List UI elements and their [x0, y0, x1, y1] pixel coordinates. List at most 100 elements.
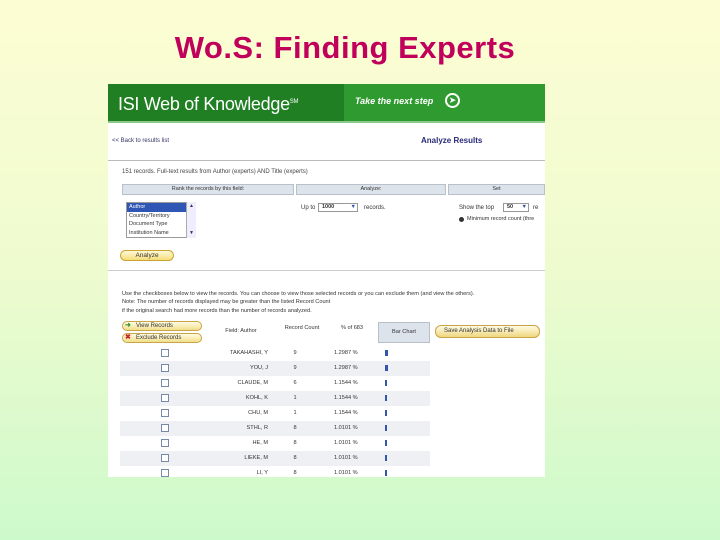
row-checkbox[interactable]	[161, 469, 169, 477]
bar-chart-bar	[385, 440, 387, 446]
bar-chart-bar	[385, 350, 388, 356]
bar-chart-bar	[385, 365, 388, 371]
table-row: CLAUDE, M 6 1.1544 %	[120, 376, 430, 391]
record-count-cell: 8	[293, 455, 297, 461]
back-to-results-link[interactable]: << Back to results list	[112, 138, 169, 144]
percent-cell: 1.0101 %	[334, 470, 358, 476]
field-option[interactable]: Institution Name	[127, 229, 195, 238]
table-row: TAKAHASHI, Y 9 1.2987 %	[120, 346, 430, 361]
bar-chart-bar	[385, 425, 387, 431]
record-count-cell: 8	[293, 425, 297, 431]
scroll-middle	[187, 220, 196, 229]
wos-screenshot: ISI Web of KnowledgeSM Take the next ste…	[108, 84, 545, 477]
row-checkbox[interactable]	[161, 349, 169, 357]
scroll-middle	[187, 211, 196, 220]
page-heading: Analyze Results	[421, 136, 483, 145]
table-row: HE, M 8 1.0101 %	[120, 436, 430, 451]
view-records-label: View Records	[136, 323, 173, 329]
percent-cell: 1.0101 %	[334, 425, 358, 431]
record-count-cell: 1	[293, 410, 297, 416]
brand-logo[interactable]: ISI Web of KnowledgeSM	[108, 84, 344, 121]
help-line: Note: The number of records displayed ma…	[122, 299, 331, 306]
percent-cell: 1.0101 %	[334, 440, 358, 446]
author-cell: LI, Y	[256, 470, 268, 476]
arrow-circle-icon[interactable]: ➤	[445, 93, 460, 108]
record-count-cell: 8	[293, 440, 297, 446]
upto-select[interactable]: 1000 ▼	[318, 203, 358, 212]
scroll-down-icon[interactable]: ▼	[187, 229, 196, 238]
percent-cell: 1.2987 %	[334, 365, 358, 371]
percent-cell: 1.0101 %	[334, 455, 358, 461]
author-cell: CLAUDE, M	[237, 380, 268, 386]
records-summary: 151 records. Full-text results from Auth…	[122, 169, 308, 175]
author-cell: TAKAHASHI, Y	[229, 350, 268, 356]
field-option[interactable]: Author	[127, 203, 195, 212]
record-count-cell: 8	[293, 470, 297, 476]
chevron-down-icon[interactable]: ▼	[351, 204, 356, 211]
author-cell: YOU, J	[249, 365, 268, 371]
bar-chart-bar	[385, 410, 388, 416]
table-row: CHU, M 1 1.1544 %	[120, 406, 430, 421]
analyze-header: Analyze:	[296, 184, 446, 195]
chevron-down-icon[interactable]: ▼	[522, 204, 527, 211]
brand-text: ISI Web of Knowledge	[118, 94, 290, 114]
upto-label: Up to	[301, 205, 316, 211]
records-label: records.	[364, 205, 386, 211]
table-row: STHL, R 8 1.0101 %	[120, 421, 430, 436]
close-icon: ✖	[125, 334, 131, 341]
bar-chart-bar	[385, 470, 387, 476]
percent-column-header: % of 683	[340, 325, 364, 331]
percent-cell: 1.2987 %	[334, 350, 358, 356]
exclude-records-button[interactable]: ✖ Exclude Records	[122, 333, 202, 343]
author-cell: LIEKE, M	[244, 455, 268, 461]
exclude-records-label: Exclude Records	[136, 335, 182, 341]
set-header: Set	[448, 184, 545, 195]
show-top-select[interactable]: 50 ▼	[503, 203, 529, 212]
row-checkbox[interactable]	[161, 454, 169, 462]
minimum-count-radio[interactable]	[459, 217, 464, 222]
bar-chart-column-header: Bar Chart	[378, 322, 430, 343]
show-top-suffix: re	[533, 205, 539, 211]
view-records-button[interactable]: ➜ View Records	[122, 321, 202, 331]
percent-cell: 1.1544 %	[334, 380, 358, 386]
record-count-cell: 1	[293, 395, 297, 401]
row-checkbox[interactable]	[161, 364, 169, 372]
percent-cell: 1.1544 %	[334, 410, 358, 416]
row-checkbox[interactable]	[161, 394, 169, 402]
row-checkbox[interactable]	[161, 424, 169, 432]
rank-field-header: Rank the records by this field:	[122, 184, 294, 195]
divider	[108, 160, 545, 161]
table-row: LI, Y 8 1.0101 %	[120, 466, 430, 477]
listbox-scrollbar[interactable]: ▲ ▼	[186, 202, 196, 238]
table-row: KOHL, K 1 1.1544 %	[120, 391, 430, 406]
help-line: Use the checkboxes below to view the rec…	[122, 291, 475, 297]
help-line: if the original search had more records …	[122, 307, 312, 314]
row-checkbox[interactable]	[161, 379, 169, 387]
next-step-link[interactable]: Take the next step	[355, 96, 433, 106]
help-text: Use the checkboxes below to view the rec…	[122, 290, 545, 315]
record-count-column-header: Record Count	[284, 325, 320, 331]
brand-mark: SM	[289, 99, 299, 105]
slide-title: Wo.S: Finding Experts	[174, 30, 516, 65]
field-option[interactable]: Country/Territory	[127, 212, 195, 221]
top-banner: ISI Web of KnowledgeSM Take the next ste…	[108, 84, 545, 121]
author-cell: CHU, M	[248, 410, 268, 416]
author-cell: STHL, R	[246, 425, 268, 431]
show-top-value: 50	[507, 204, 514, 210]
show-top-label: Show the top	[459, 205, 495, 211]
bar-chart-bar	[385, 455, 387, 461]
record-count-cell: 9	[293, 350, 297, 356]
scroll-up-icon[interactable]: ▲	[187, 202, 196, 211]
results-table: TAKAHASHI, Y 9 1.2987 % YOU, J 9 1.2987 % CLAU…	[120, 346, 430, 477]
bar-chart-bar	[385, 380, 388, 386]
save-analysis-button[interactable]: Save Analysis Data to File	[435, 325, 540, 338]
author-column-header: Field: Author	[225, 328, 257, 334]
row-checkbox[interactable]	[161, 409, 169, 417]
banner-stripe	[108, 121, 545, 123]
percent-cell: 1.1544 %	[334, 395, 358, 401]
row-checkbox[interactable]	[161, 439, 169, 447]
divider	[108, 270, 545, 271]
field-option[interactable]: Document Type	[127, 220, 195, 229]
upto-value: 1000	[322, 204, 335, 210]
analyze-button[interactable]: Analyze	[120, 250, 174, 261]
